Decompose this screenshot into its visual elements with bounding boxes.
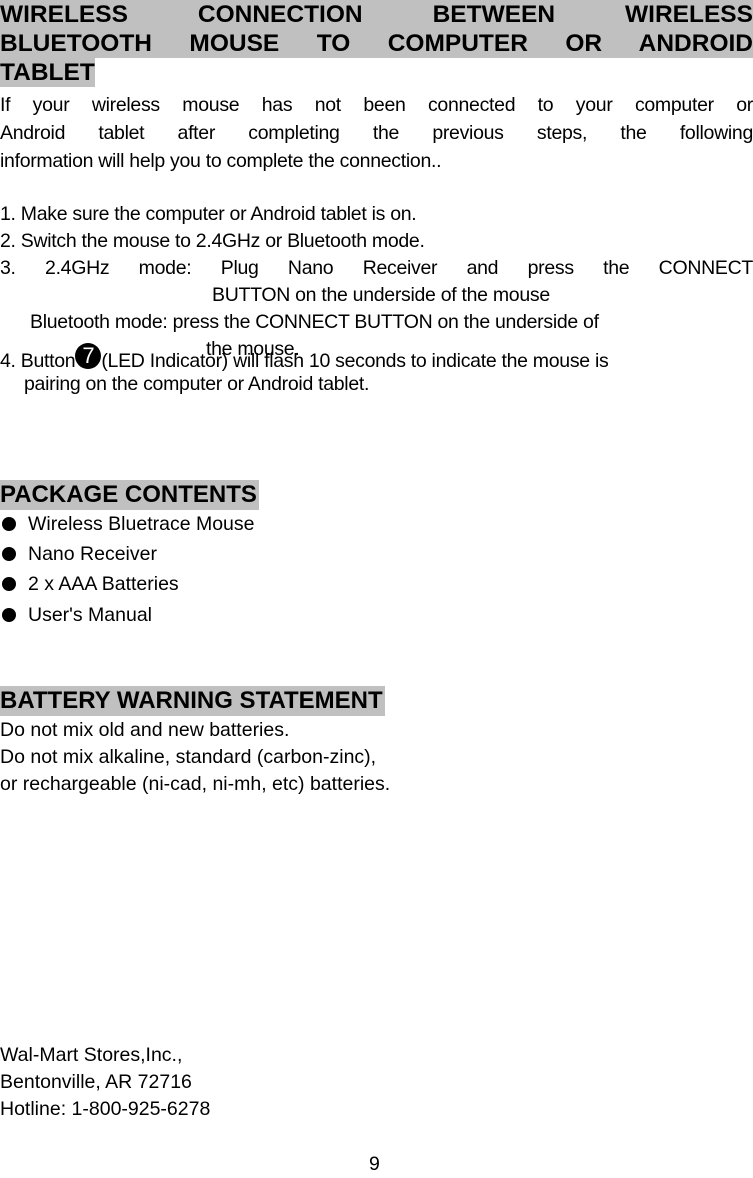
section-title-wireless-connection: WIRELESS CONNECTION BETWEEN WIRELESS BLU…	[0, 0, 753, 94]
package-item-label: Wireless Bluetrace Mouse	[28, 513, 255, 535]
bullet-icon	[2, 547, 16, 561]
footer-hotline: Hotline: 1-800-925-6278	[0, 1098, 211, 1120]
battery-warning-heading: BATTERY WARNING STATEMENT	[0, 686, 385, 716]
bullet-icon	[2, 577, 16, 591]
intro-line: information will help you to complete th…	[0, 150, 442, 172]
step-4-line: pairing on the computer or Android table…	[24, 373, 370, 395]
package-item: User's Manual	[0, 601, 152, 629]
step-3-line: Bluetooth mode: press the CONNECT BUTTON…	[30, 311, 599, 333]
battery-warning-line: Do not mix old and new batteries.	[0, 719, 290, 741]
battery-warning-section: BATTERY WARNING STATEMENT	[0, 686, 385, 716]
package-item-label: 2 x AAA Batteries	[28, 573, 179, 595]
step-2: 2. Switch the mouse to 2.4GHz or Bluetoo…	[0, 230, 425, 252]
footer-company: Wal-Mart Stores,Inc.,	[0, 1044, 183, 1066]
package-item-label: User's Manual	[28, 604, 153, 626]
step-3: 3. 2.4GHz mode: Plug Nano Receiver and p…	[0, 254, 753, 282]
title-line: TABLET	[0, 58, 95, 87]
package-contents-section: PACKAGE CONTENTS	[0, 480, 259, 510]
step-3-line: BUTTON on the underside of the mouse	[212, 284, 550, 306]
step-4-suffix: (LED Indicator) will flash 10 seconds to…	[101, 350, 609, 372]
intro-line: Android tablet after completing the prev…	[0, 122, 753, 144]
bullet-icon	[2, 608, 16, 622]
page-number: 9	[369, 1153, 380, 1175]
package-item: Nano Receiver	[0, 540, 157, 568]
battery-warning-line: or rechargeable (ni-cad, ni-mh, etc) bat…	[0, 773, 391, 795]
package-item: Wireless Bluetrace Mouse	[0, 510, 255, 538]
step-3-line: 3. 2.4GHz mode: Plug Nano Receiver and p…	[0, 257, 753, 279]
footer-address: Bentonville, AR 72716	[0, 1071, 192, 1093]
battery-warning-line: Do not mix alkaline, standard (carbon-zi…	[0, 746, 377, 768]
package-item: 2 x AAA Batteries	[0, 570, 179, 598]
intro-paragraph: If your wireless mouse has not been conn…	[0, 91, 753, 175]
package-item-label: Nano Receiver	[28, 543, 157, 565]
step-4-prefix: 4. Button	[0, 350, 76, 372]
step-1: 1. Make sure the computer or Android tab…	[0, 203, 417, 225]
title-line: WIRELESS CONNECTION BETWEEN WIRELESS	[0, 0, 753, 29]
package-contents-heading: PACKAGE CONTENTS	[0, 480, 259, 510]
title-line: BLUETOOTH MOUSE TO COMPUTER OR ANDROID	[0, 29, 753, 58]
intro-line: If your wireless mouse has not been conn…	[0, 94, 753, 116]
bullet-icon	[2, 517, 16, 531]
button-7-icon: 7	[75, 343, 102, 369]
